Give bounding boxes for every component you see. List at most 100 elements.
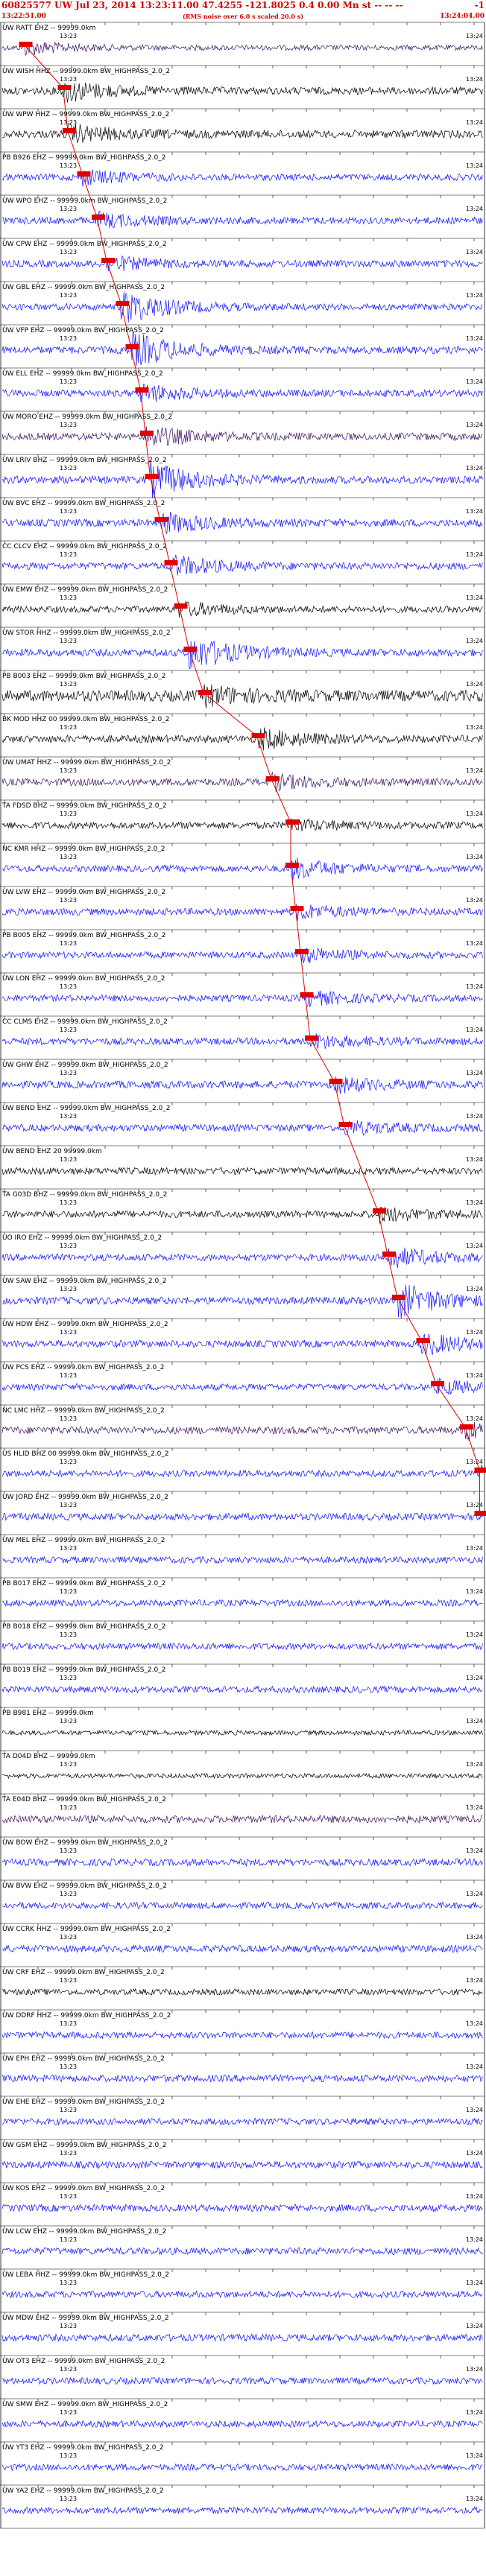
trace-47: UW EPH EHZ -- 99999.0km BW_HIGHPASS_2.0_… (0, 2052, 485, 2096)
trace-33: US HLID BHZ 00 99999.0km BW_HIGHPASS_2.0… (0, 1447, 486, 1491)
tick-label-1323: 13:23 (60, 1415, 77, 1422)
tick-label-1324: 13:24 (466, 1156, 483, 1163)
tick-label-1324: 13:24 (466, 767, 483, 774)
tick-label-1324: 13:24 (466, 2193, 483, 2200)
trace-label: UW PCS EHZ -- 99999.0km BW_HIGHPASS_2.0_… (2, 1364, 164, 1371)
trace-label: CC CLMS EHZ -- 99999.0km BW_HIGHPASS_2.0… (2, 1018, 168, 1026)
trace-3: PB B926 EHZ -- 99999.0km BW_HIGHPASS_2.0… (0, 151, 485, 195)
waveform (1, 771, 483, 793)
trace-label: PB B003 EHZ -- 99999.0km BW_HIGHPASS_2.0… (2, 673, 165, 680)
trace-label: UW BEND EHZ 20 99999.0km (2, 1148, 102, 1155)
trace-16: BK MOD HHZ 00 99999.0km BW_HIGHPASS_2.0_… (0, 713, 485, 757)
tick-label-1323: 13:23 (60, 897, 77, 904)
pick-marker (183, 647, 198, 652)
trace-19: NC KMR HHZ -- 99999.0km BW_HIGHPASS_2.0_… (0, 843, 485, 886)
trace-45: UW CRF EHZ -- 99999.0km BW_HIGHPASS_2.0_… (0, 1966, 485, 2010)
tick-label-1324: 13:24 (466, 2236, 483, 2243)
trace-23: CC CLMS EHZ -- 99999.0km BW_HIGHPASS_2.0… (0, 1015, 485, 1059)
pick-marker (63, 128, 76, 133)
trace-label: UW EHE EHZ -- 99999.0km BW_HIGHPASS_2.0_… (2, 2098, 165, 2106)
trace-label: UW DDRF HHZ -- 99999.0km BW_HIGHPASS_2.0… (2, 2012, 171, 2020)
trace-30: UW HDW EHZ -- 99999.0km BW_HIGHPASS_2.0_… (0, 1318, 485, 1362)
tick-label-1323: 13:23 (60, 508, 77, 515)
trace-43: UW BVW EHZ -- 99999.0km BW_HIGHPASS_2.0_… (0, 1879, 485, 1923)
tick-label-1323: 13:23 (60, 1329, 77, 1336)
pick-marker (125, 344, 139, 349)
trace-26: UW BEND EHZ 20 99999.0km13:23 13:24 (0, 1145, 485, 1189)
trace-39: PB B981 EHZ -- 99999.0km13:23 13:24 (0, 1707, 485, 1751)
tick-label-1324: 13:24 (466, 1502, 483, 1509)
trace-8: UW ELL EHZ -- 99999.0km BW_HIGHPASS_2.0_… (0, 367, 485, 411)
trace-label: TA E04D BHZ -- 99999.0km BW_HIGHPASS_2.0… (1, 1796, 166, 1803)
waveform (1, 1814, 483, 1824)
tick-label-1323: 13:23 (60, 1977, 77, 1984)
trace-21: PB B005 EHZ -- 99999.0km BW_HIGHPASS_2.0… (0, 929, 485, 973)
trace-28: UO IRO EHZ -- 99999.0km BW_HIGHPASS_2.0_… (0, 1231, 485, 1275)
tick-label-1323: 13:23 (60, 249, 77, 256)
waveform (1, 2290, 483, 2299)
trace-12: CC CLCV EHZ -- 99999.0km BW_HIGHPASS_2.0… (0, 540, 485, 584)
trace-label: PB B018 EHZ -- 99999.0km BW_HIGHPASS_2.0… (2, 1623, 165, 1631)
waveform (1, 904, 483, 921)
waveform (1, 1167, 483, 1176)
tick-label-1324: 13:24 (466, 1675, 483, 1681)
tick-label-1323: 13:23 (60, 1934, 77, 1941)
trace-label: UW EPH EHZ -- 99999.0km BW_HIGHPASS_2.0_… (2, 2055, 165, 2063)
trace-label: UW JORD EHZ -- 99999.0km BW_HIGHPASS_2.0… (2, 1494, 168, 1501)
trace-label: UW BVC EHZ -- 99999.0km BW_HIGHPASS_2.0_… (2, 500, 165, 507)
trace-label: UW GBL EHZ -- 99999.0km BW_HIGHPASS_2.0_… (2, 284, 165, 291)
pick-marker (373, 1208, 386, 1214)
waveform (1, 2506, 483, 2515)
tick-label-1323: 13:23 (60, 1804, 77, 1811)
pick-marker (101, 258, 115, 263)
pick-marker (135, 387, 149, 393)
pick-marker (382, 1251, 396, 1257)
waveform (1, 947, 483, 963)
tick-label-1323: 13:23 (60, 551, 77, 558)
trace-49: UW GSM EHZ -- 99999.0km BW_HIGHPASS_2.0_… (0, 2139, 485, 2183)
trace-label: UW WPO EHZ -- 99999.0km BW_HIGHPASS_2.0_… (2, 197, 167, 205)
tick-label-1323: 13:23 (60, 594, 77, 601)
tick-label-1324: 13:24 (466, 119, 483, 126)
waveform (1, 1944, 483, 1953)
trace-52: UW LEBA HHZ -- 99999.0km BW_HIGHPASS_2.0… (0, 2268, 485, 2312)
trace-40: TA D04D BHZ -- 99999.0km13:23 13:24 (0, 1750, 485, 1794)
tick-label-1323: 13:23 (60, 724, 77, 731)
waveform (1, 2463, 483, 2472)
tick-label-1323: 13:23 (60, 1286, 77, 1292)
tick-label-1323: 13:23 (60, 1243, 77, 1249)
tick-label-1324: 13:24 (466, 1199, 483, 1206)
trace-1: UW WISH HHZ -- 99999.0km BW_HIGHPASS_2.0… (0, 65, 485, 109)
pick-marker (92, 215, 105, 220)
pick-marker (474, 1511, 486, 1516)
trace-0: UW RATT EHZ -- 99999.0km13:23 13:24 (0, 22, 485, 66)
tick-label-1324: 13:24 (466, 1329, 483, 1336)
tick-label-1324: 13:24 (466, 2366, 483, 2373)
waveform (1, 1858, 483, 1867)
pick-marker (164, 560, 178, 565)
waveform (1, 684, 483, 709)
tick-label-1324: 13:24 (466, 33, 483, 39)
trace-label: UW GHW EHZ -- 99999.0km BW_HIGHPASS_2.0_… (2, 1062, 168, 1069)
tick-label-1324: 13:24 (466, 1718, 483, 1725)
tick-label-1324: 13:24 (466, 1891, 483, 1897)
waveform (1, 1465, 483, 1478)
tick-label-1323: 13:23 (60, 1675, 77, 1681)
tick-label-1324: 13:24 (466, 2496, 483, 2502)
tick-label-1323: 13:23 (60, 2063, 77, 2070)
tick-label-1323: 13:23 (60, 1891, 77, 1897)
waveform (1, 41, 483, 56)
tick-label-1324: 13:24 (466, 1459, 483, 1465)
trace-5: UW CPW EHZ -- 99999.0km BW_HIGHPASS_2.0_… (0, 238, 485, 282)
tick-label-1323: 13:23 (60, 1588, 77, 1595)
waveform (1, 1120, 483, 1136)
waveform (1, 857, 483, 881)
tick-label-1323: 13:23 (60, 2409, 77, 2416)
tick-label-1324: 13:24 (466, 1415, 483, 1422)
trace-36: PB B017 EHZ -- 99999.0km BW_HIGHPASS_2.0… (0, 1577, 485, 1621)
tick-label-1324: 13:24 (466, 681, 483, 688)
tick-label-1324: 13:24 (466, 2150, 483, 2157)
tick-label-1324: 13:24 (466, 1027, 483, 1033)
trace-20: UW LVW EHZ -- 99999.0km BW_HIGHPASS_2.0_… (0, 886, 485, 930)
waveform (1, 383, 483, 403)
